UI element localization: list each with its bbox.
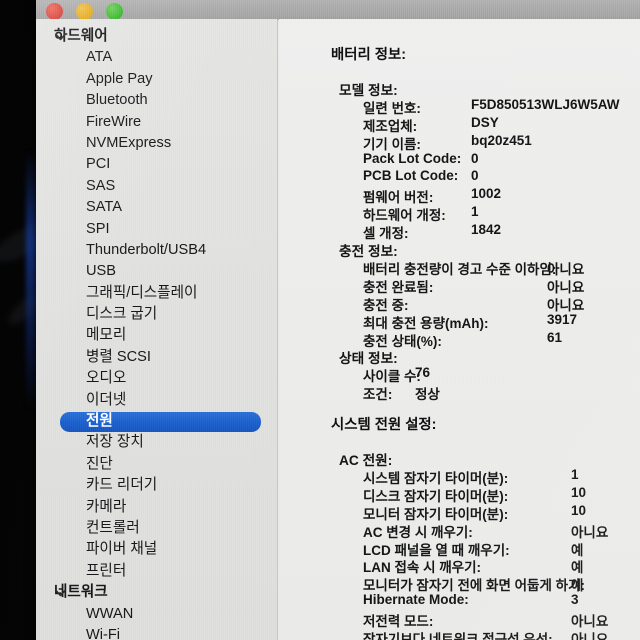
battery-info-heading: 배터리 정보: <box>331 47 406 63</box>
sidebar-item-label: Apple Pay <box>86 70 153 87</box>
content-pane: 배터리 정보: 모델 정보: 일련 번호: F5D850513WLJ6W5AW 제조업체… <box>279 19 640 640</box>
sidebar-item-label: 디스크 굽기 <box>86 306 158 323</box>
ac-row-value: 10 <box>571 502 587 518</box>
sidebar-item-label: SAS <box>86 177 116 194</box>
chevron-down-icon[interactable] <box>54 582 67 603</box>
sidebar-item-label: 프린터 <box>86 562 127 579</box>
model-row-value: 1002 <box>471 186 502 202</box>
sidebar-item-label: SPI <box>86 220 110 237</box>
sidebar-item-28[interactable]: Wi-Fi <box>36 625 277 640</box>
sidebar-item-label: USB <box>86 263 117 280</box>
sidebar-item-label: WWAN <box>86 605 134 622</box>
model-row-key: Pack Lot Code: <box>363 150 462 166</box>
sidebar-item-label: 카메라 <box>86 498 127 515</box>
sidebar-item-23[interactable]: 컨트롤러 <box>36 518 277 539</box>
sidebar-item-label: 전원 <box>86 413 113 430</box>
charge-row-value: 3917 <box>547 311 578 327</box>
sidebar-item-label: ATA <box>86 49 113 66</box>
sidebar-item-12[interactable]: 그래픽/디스플레이 <box>36 283 277 304</box>
sidebar-item-label: SATA <box>86 199 122 216</box>
sidebar-item-13[interactable]: 디스크 굽기 <box>36 304 277 325</box>
sidebar-item-label: Wi-Fi <box>86 626 121 640</box>
sidebar-item-group-26[interactable]: 네트워크 <box>36 582 277 603</box>
sidebar-item-7[interactable]: SAS <box>36 176 277 197</box>
ac-row-value: 10 <box>571 484 587 500</box>
health-row-key: 조건: <box>363 387 393 403</box>
ac-row-key: 잠자기보다 네트워크 접근성 우선: <box>363 632 553 640</box>
sidebar-item-21[interactable]: 카드 리더기 <box>36 475 277 496</box>
sidebar-item-17[interactable]: 이더넷 <box>36 390 277 411</box>
sidebar-item-2[interactable]: Apple Pay <box>36 69 277 90</box>
sidebar-item-label: FireWire <box>86 113 142 130</box>
sidebar-item-15[interactable]: 병렬 SCSI <box>36 347 277 368</box>
sidebar-item-19[interactable]: 저장 장치 <box>36 432 277 453</box>
ac-row-value: 3 <box>571 592 579 608</box>
sidebar-item-5[interactable]: NVMExpress <box>36 133 277 154</box>
ac-row-key: Hibernate Mode: <box>363 592 469 608</box>
sidebar-item-14[interactable]: 메모리 <box>36 325 277 346</box>
sidebar-item-label: Thunderbolt/USB4 <box>86 241 207 258</box>
sidebar-item-label: 파이버 채널 <box>86 541 158 558</box>
sidebar-item-4[interactable]: FireWire <box>36 112 277 133</box>
sidebar-item-8[interactable]: SATA <box>36 197 277 218</box>
sidebar-item-3[interactable]: Bluetooth <box>36 90 277 111</box>
model-row-value: F5D850513WLJ6W5AW <box>471 96 620 112</box>
model-row-value: 0 <box>471 150 479 166</box>
sidebar-item-9[interactable]: SPI <box>36 219 277 240</box>
sidebar-item-22[interactable]: 카메라 <box>36 497 277 518</box>
sidebar-item-label: 그래픽/디스플레이 <box>86 284 198 301</box>
sidebar-item-20[interactable]: 진단 <box>36 454 277 475</box>
ac-row-value: 아니요 <box>571 632 609 640</box>
close-button[interactable] <box>46 2 63 20</box>
sidebar-item-label: 컨트롤러 <box>86 519 140 536</box>
model-row-key: PCB Lot Code: <box>363 168 459 184</box>
sidebar-item-18[interactable]: 전원 <box>36 411 277 432</box>
system-power-settings-heading: 시스템 전원 설정: <box>331 417 437 434</box>
health-row-value: 76 <box>415 365 431 381</box>
sidebar-item-25[interactable]: 프린터 <box>36 561 277 582</box>
model-row-value: DSY <box>471 114 499 130</box>
sidebar-item-label: 카드 리더기 <box>86 477 158 494</box>
sidebar-item-label: 진단 <box>86 455 113 472</box>
sidebar-item-label: PCI <box>86 156 111 173</box>
sidebar-item-label: 저장 장치 <box>86 434 144 451</box>
photograph-of-screen: 하드웨어 ATA Apple Pay Bluetooth FireWire NVMExpr… <box>0 0 640 640</box>
model-row-value: 0 <box>471 168 479 184</box>
sidebar-item-24[interactable]: 파이버 채널 <box>36 539 277 560</box>
model-row-value: bq20z451 <box>471 132 532 148</box>
sidebar-item-16[interactable]: 오디오 <box>36 368 277 389</box>
sidebar-item-label: NVMExpress <box>86 134 172 151</box>
sidebar-item-group-0[interactable]: 하드웨어 <box>36 26 277 47</box>
ac-row-value: 1 <box>571 466 579 482</box>
minimize-button[interactable] <box>76 2 93 20</box>
chevron-down-icon[interactable] <box>54 26 67 47</box>
system-information-window: 하드웨어 ATA Apple Pay Bluetooth FireWire NVMExpr… <box>36 0 640 640</box>
sidebar-item-label: 이더넷 <box>86 391 127 408</box>
sidebar-item-1[interactable]: ATA <box>36 47 277 68</box>
charge-row-value: 61 <box>547 329 563 345</box>
sidebar-item-label: 병렬 SCSI <box>86 348 151 365</box>
model-row-value: 1842 <box>471 222 502 238</box>
health-row-value: 정상 <box>415 387 440 403</box>
sidebar-item-label: Bluetooth <box>86 92 148 109</box>
sidebar-item-label: 메모리 <box>86 327 127 344</box>
model-row-value: 1 <box>471 204 479 220</box>
sidebar-item-27[interactable]: WWAN <box>36 604 277 625</box>
maximize-button[interactable] <box>106 2 123 20</box>
sidebar-item-10[interactable]: Thunderbolt/USB4 <box>36 240 277 261</box>
sidebar-item-6[interactable]: PCI <box>36 154 277 175</box>
sidebar-item-label: 오디오 <box>86 370 127 387</box>
sidebar[interactable]: 하드웨어 ATA Apple Pay Bluetooth FireWire NVMExpr… <box>36 19 278 640</box>
sidebar-item-11[interactable]: USB <box>36 261 277 282</box>
